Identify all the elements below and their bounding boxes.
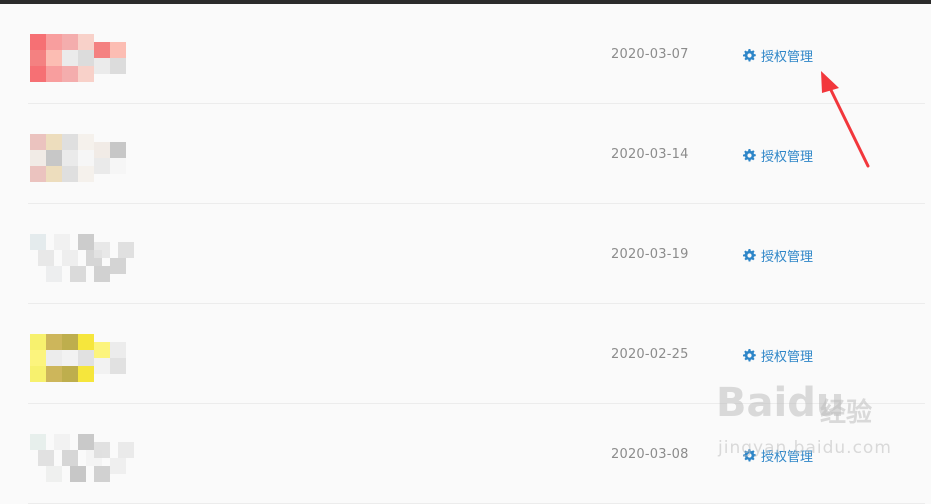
baidu-jingyan-watermark: Baidu 经验 jingyan.baidu.com <box>716 380 906 470</box>
watermark-cn: 经验 <box>820 398 873 428</box>
watermark-url: jingyan.baidu.com <box>718 438 892 458</box>
